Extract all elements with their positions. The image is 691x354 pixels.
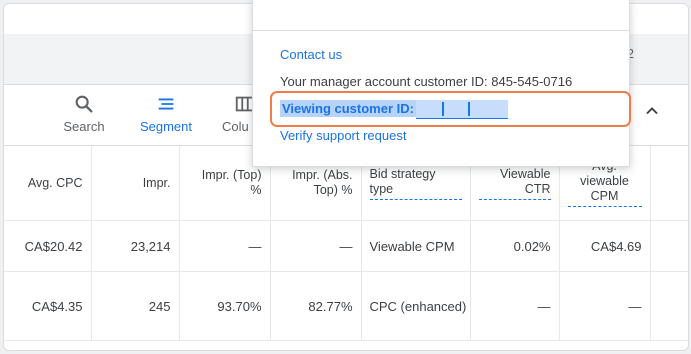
bid-strategy-header-label: Bid strategy type: [369, 167, 462, 200]
popup-divider: [253, 30, 629, 31]
collapse-chevron-icon[interactable]: [642, 101, 662, 126]
col-overflow: [650, 146, 688, 221]
cell-avg-viewable-cpm: —: [559, 271, 651, 341]
manager-id-text: Your manager account customer ID: 845-54…: [280, 74, 573, 89]
cell-bid-strategy: CPC (enhanced): [361, 271, 471, 341]
cell-impr-top: —: [179, 220, 271, 272]
cell-impr: 245: [91, 271, 180, 341]
columns-tool-label: Colu: [222, 119, 249, 134]
cell-avg-viewable-cpm: CA$4.69: [559, 220, 651, 272]
cell-impr-top: 93.70%: [179, 271, 271, 341]
cell-bid-strategy: Viewable CPM: [361, 220, 471, 272]
search-tool-button[interactable]: Search: [54, 85, 114, 145]
cell-avg-cpc: CA$20.42: [4, 220, 92, 272]
cell-impr-abs-top: —: [270, 220, 362, 272]
cell-viewable-ctr: —: [470, 271, 560, 341]
highlight-box: [270, 91, 631, 127]
search-icon: [54, 93, 114, 119]
cell-avg-cpc: CA$4.35: [4, 271, 92, 341]
table-row: CA$4.35 245 93.70% 82.77% CPC (enhanced)…: [4, 271, 688, 341]
page-frame: 2 Search Segment Colu Avg. CPC Impr. Imp…: [0, 0, 691, 354]
cell-impr-abs-top: 82.77%: [270, 271, 362, 341]
cell-viewable-ctr: 0.02%: [470, 220, 560, 272]
help-popup: Contact us Your manager account customer…: [252, 0, 630, 167]
verify-support-link[interactable]: Verify support request: [280, 128, 406, 143]
segment-icon: [128, 93, 204, 119]
viewable-ctr-header-label: Viewable CTR: [478, 167, 551, 200]
cell-overflow: [650, 220, 688, 272]
search-tool-label: Search: [63, 119, 105, 134]
contact-us-link[interactable]: Contact us: [280, 47, 342, 62]
col-impr[interactable]: Impr.: [91, 146, 180, 221]
cell-overflow: [650, 271, 688, 341]
table-row: CA$20.42 23,214 — — Viewable CPM 0.02% C…: [4, 220, 688, 272]
segment-tool-label: Segment: [139, 119, 193, 134]
cell-impr: 23,214: [91, 220, 180, 272]
segment-tool-button[interactable]: Segment: [128, 85, 204, 145]
metrics-table: Avg. CPC Impr. Impr. (Top) % Impr. (Abs.…: [4, 146, 688, 341]
col-avg-cpc[interactable]: Avg. CPC: [4, 146, 92, 221]
